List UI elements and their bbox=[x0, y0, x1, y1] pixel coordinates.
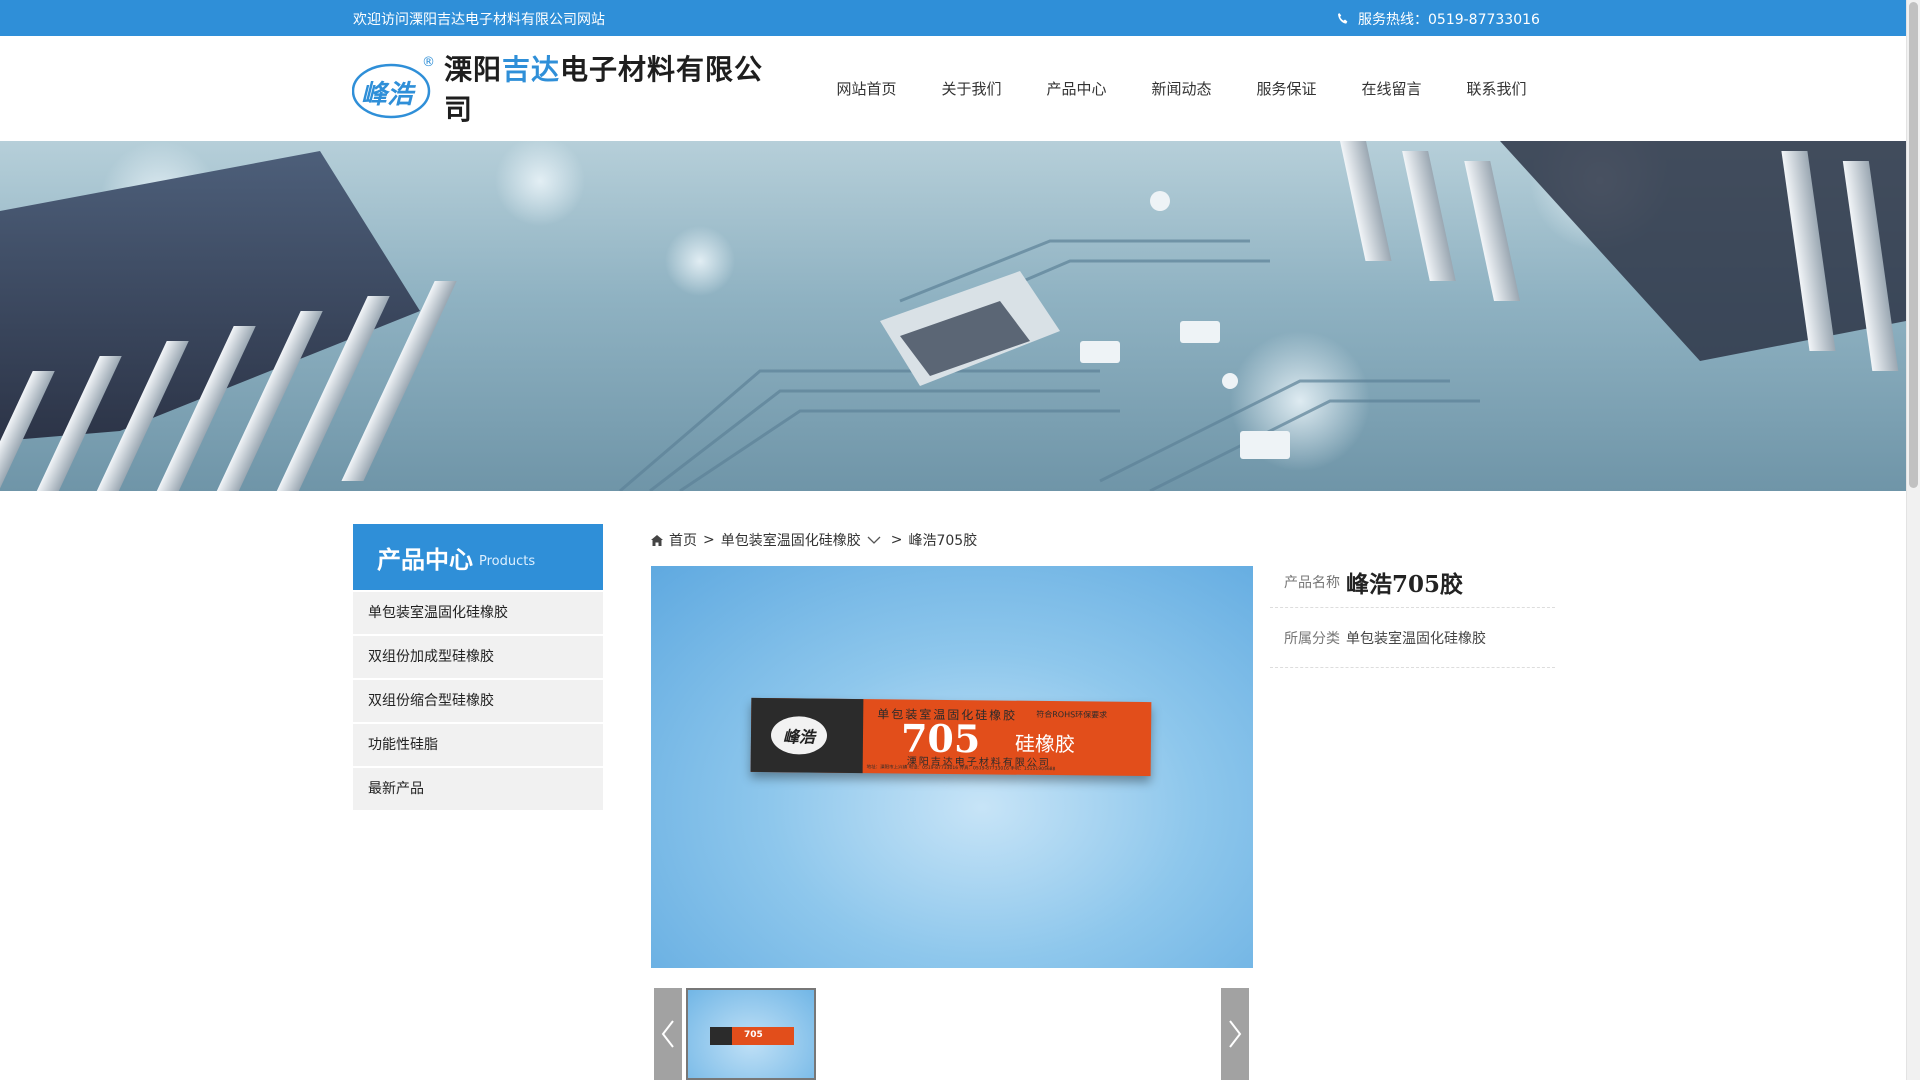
breadcrumb-separator: > bbox=[890, 532, 903, 548]
box-logo-text: 峰浩 bbox=[782, 727, 816, 747]
logo-mark: 峰浩 ® bbox=[351, 55, 435, 119]
sidebar-item-condensation-two-part[interactable]: 双组份缩合型硅橡胶 bbox=[353, 680, 603, 722]
breadcrumb-home[interactable]: 首页 bbox=[669, 530, 697, 550]
sidebar-item-addition-two-part[interactable]: 双组份加成型硅橡胶 bbox=[353, 636, 603, 678]
hotline: 服务热线：0519-87733016 bbox=[1336, 9, 1540, 29]
page-scrollbar[interactable] bbox=[1906, 0, 1920, 1080]
registered-mark: ® bbox=[422, 55, 435, 70]
chevron-left-icon bbox=[661, 1020, 674, 1048]
site-logo[interactable]: 峰浩 ® 溧阳吉达电子材料有限公司 bbox=[351, 54, 782, 125]
box-rohs-text: 符合ROHS环保要求 bbox=[1036, 709, 1108, 720]
home-icon bbox=[651, 534, 663, 546]
nav-news[interactable]: 新闻动态 bbox=[1129, 78, 1234, 99]
product-main-image[interactable]: 峰浩 单包装室温固化硅橡胶 符合ROHS环保要求 705 硅橡胶 溧阳吉达电子材… bbox=[651, 566, 1253, 968]
nav-message[interactable]: 在线留言 bbox=[1339, 78, 1444, 99]
product-category-value[interactable]: 单包装室温固化硅橡胶 bbox=[1346, 628, 1486, 648]
sidebar-title: 产品中心 bbox=[377, 545, 473, 574]
nav-about[interactable]: 关于我们 bbox=[919, 78, 1024, 99]
product-category-label: 所属分类 bbox=[1284, 630, 1340, 647]
welcome-text: 欢迎访问溧阳吉达电子材料有限公司网站 bbox=[353, 12, 605, 28]
thumbnail-next-button[interactable] bbox=[1221, 988, 1249, 1080]
product-name-value: 峰浩705胶 bbox=[1346, 570, 1464, 598]
scrollbar-thumb[interactable] bbox=[1909, 2, 1918, 488]
product-category-row: 所属分类 单包装室温固化硅橡胶 bbox=[1270, 608, 1555, 668]
sidebar-item-rtv-single[interactable]: 单包装室温固化硅橡胶 bbox=[353, 592, 603, 634]
sidebar-title-en: Products bbox=[479, 553, 536, 569]
logo-mark-text: 峰浩 bbox=[361, 80, 414, 110]
product-sidebar: 产品中心 Products 单包装室温固化硅橡胶 双组份加成型硅橡胶 双组份缩合… bbox=[353, 524, 603, 810]
sidebar-item-latest[interactable]: 最新产品 bbox=[353, 768, 603, 810]
main-nav: 网站首页 关于我们 产品中心 新闻动态 服务保证 在线留言 联系我们 bbox=[814, 78, 1549, 99]
thumbnail-strip: 705 bbox=[651, 988, 1253, 1080]
chevron-right-icon bbox=[1229, 1020, 1242, 1048]
box-logo: 峰浩 bbox=[770, 716, 828, 755]
thumbnail-number: 705 bbox=[744, 1030, 763, 1040]
box-small-text: 地址：溧阳市上兴镇 电话：0519-87733016 传真：0519-87733… bbox=[866, 765, 1056, 773]
chevron-down-icon[interactable] bbox=[867, 536, 881, 545]
circuit-board-image bbox=[0, 141, 1906, 491]
thumbnail-item[interactable]: 705 bbox=[686, 988, 816, 1080]
breadcrumb-separator: > bbox=[703, 532, 715, 548]
sidebar-item-functional-grease[interactable]: 功能性硅脂 bbox=[353, 724, 603, 766]
nav-products[interactable]: 产品中心 bbox=[1024, 78, 1129, 99]
site-header: 峰浩 ® 溧阳吉达电子材料有限公司 网站首页 关于我们 产品中心 新闻动态 服务… bbox=[0, 36, 1906, 141]
hero-banner bbox=[0, 141, 1906, 491]
phone-icon bbox=[1338, 13, 1348, 24]
breadcrumb-category[interactable]: 单包装室温固化硅橡胶 bbox=[721, 530, 861, 550]
thumbnail-prev-button[interactable] bbox=[654, 988, 682, 1080]
company-name-part1: 溧阳 bbox=[444, 54, 503, 85]
top-bar: 欢迎访问溧阳吉达电子材料有限公司网站 服务热线：0519-87733016 bbox=[0, 0, 1906, 36]
thumbnail-box-left-panel bbox=[710, 1027, 732, 1045]
nav-contact[interactable]: 联系我们 bbox=[1444, 78, 1549, 99]
company-name-part2: 吉达 bbox=[502, 54, 561, 85]
product-info: 产品名称 峰浩705胶 所属分类 单包装室温固化硅橡胶 bbox=[1270, 556, 1555, 668]
product-box: 峰浩 单包装室温固化硅橡胶 符合ROHS环保要求 705 硅橡胶 溧阳吉达电子材… bbox=[750, 697, 1152, 777]
breadcrumb: 首页 > 单包装室温固化硅橡胶 > 峰浩705胶 bbox=[651, 530, 977, 550]
nav-home[interactable]: 网站首页 bbox=[814, 78, 919, 99]
product-name-row: 产品名称 峰浩705胶 bbox=[1270, 556, 1555, 608]
nav-service[interactable]: 服务保证 bbox=[1234, 78, 1339, 99]
company-name: 溧阳吉达电子材料有限公司 bbox=[444, 48, 782, 128]
product-name-label: 产品名称 bbox=[1284, 574, 1340, 591]
sidebar-header: 产品中心 Products bbox=[353, 524, 603, 590]
thumbnail-box: 705 bbox=[710, 1027, 794, 1045]
hotline-text: 服务热线：0519-87733016 bbox=[1358, 12, 1540, 28]
breadcrumb-current: 峰浩705胶 bbox=[908, 533, 978, 549]
